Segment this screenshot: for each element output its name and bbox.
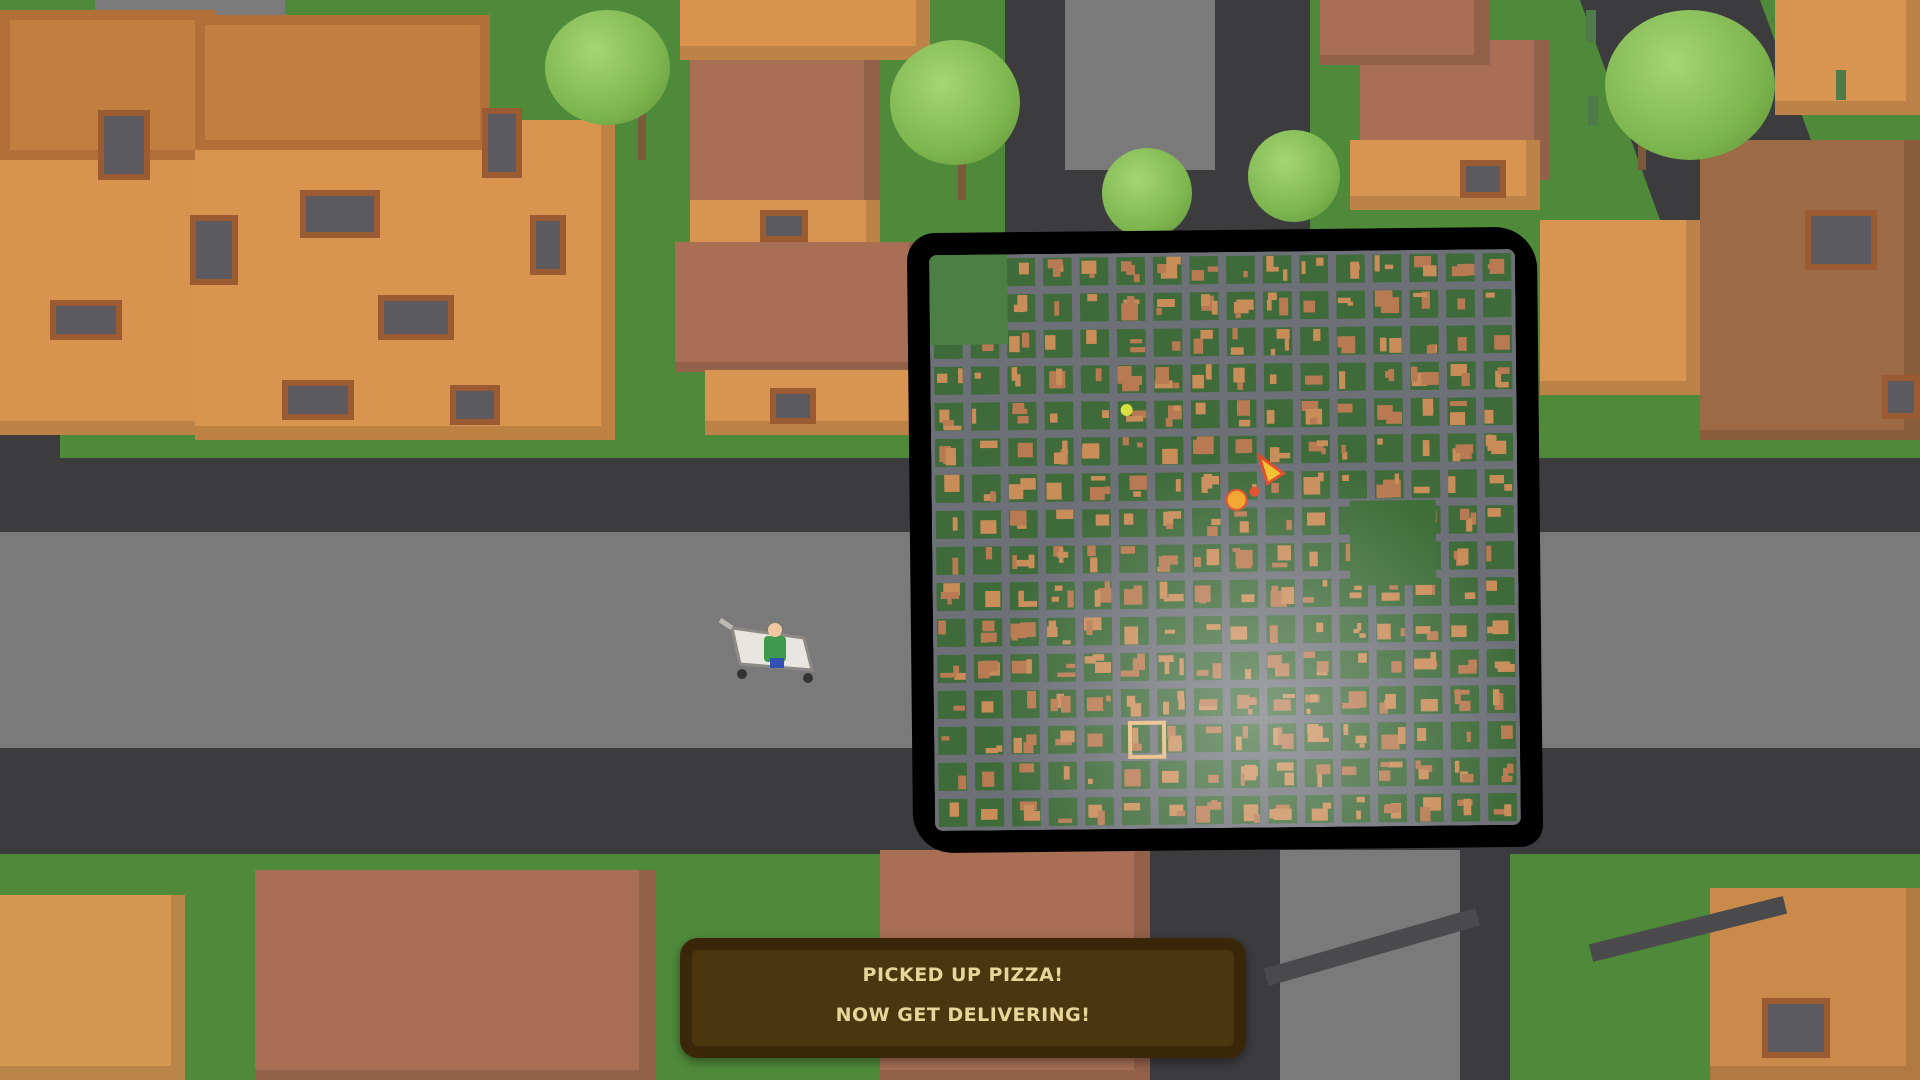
window xyxy=(450,385,500,425)
window xyxy=(300,190,380,238)
tree xyxy=(1102,148,1192,238)
minimap-frame xyxy=(906,226,1544,854)
window xyxy=(1882,375,1920,419)
house-roof xyxy=(690,60,880,210)
window xyxy=(482,108,522,178)
house-wall xyxy=(1540,220,1700,395)
window xyxy=(1762,998,1830,1058)
building-bottom-left xyxy=(0,895,185,1080)
window xyxy=(190,215,238,285)
tree xyxy=(545,10,670,125)
pedestrian xyxy=(1588,96,1598,126)
house-roof xyxy=(255,870,655,1080)
window xyxy=(530,215,566,275)
message-line-1: PICKED UP PIZZA! xyxy=(862,964,1064,986)
building-big-center xyxy=(195,120,615,440)
building-corner xyxy=(1775,0,1920,115)
window xyxy=(1460,160,1506,198)
minimap-city-grid xyxy=(929,248,1521,832)
message-banner: PICKED UP PIZZA! NOW GET DELIVERING! xyxy=(680,938,1246,1058)
window xyxy=(50,300,122,340)
window xyxy=(760,210,808,242)
road-north-vertical-center xyxy=(1065,0,1215,170)
house-wall xyxy=(680,0,930,60)
window xyxy=(98,110,150,180)
pedestrian xyxy=(1586,10,1596,42)
player-shopping-cart xyxy=(712,616,822,688)
pedestrian xyxy=(1836,70,1846,100)
minimap xyxy=(929,248,1521,832)
window xyxy=(770,388,816,424)
window xyxy=(282,380,354,420)
tree xyxy=(1605,10,1775,160)
house-roof xyxy=(675,242,925,372)
window xyxy=(1805,210,1877,270)
house-wall xyxy=(1350,140,1540,210)
building-big-center-roof xyxy=(195,15,490,150)
window xyxy=(378,295,454,340)
tree xyxy=(1248,130,1340,222)
tree xyxy=(890,40,1020,165)
message-line-2: NOW GET DELIVERING! xyxy=(835,1004,1091,1026)
house-roof xyxy=(1320,0,1490,65)
